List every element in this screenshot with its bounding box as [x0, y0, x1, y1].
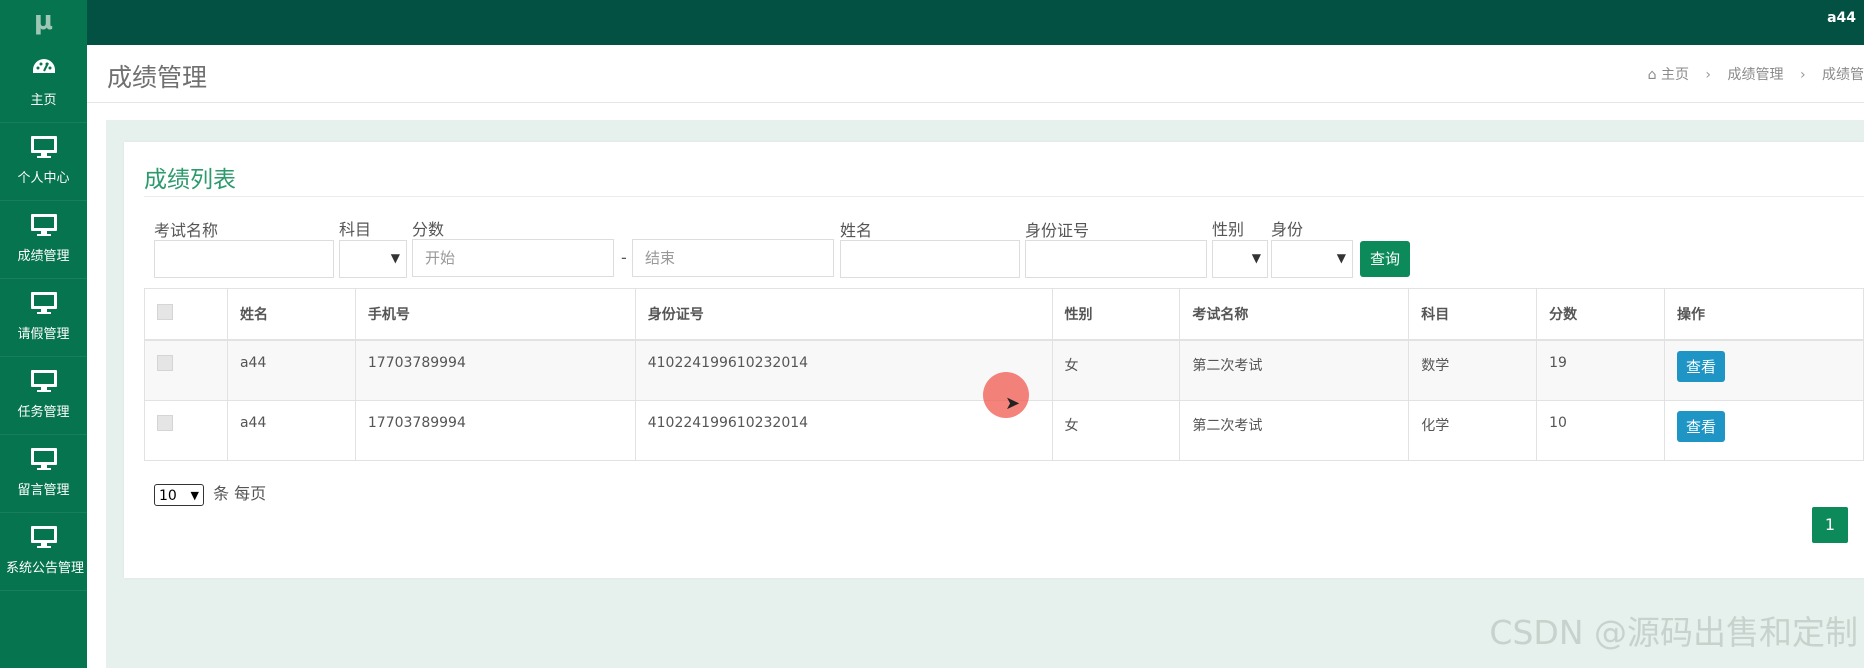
- chevron-right-icon: ›: [1705, 67, 1712, 83]
- divider: [144, 196, 1864, 197]
- page-size-select[interactable]: 10 ▼: [154, 483, 204, 506]
- sidebar-item-label: 主页: [30, 93, 57, 108]
- page-size-control: 10 ▼ 条 每页: [154, 480, 266, 506]
- idcard-label: 身份证号: [1025, 221, 1090, 240]
- sidebar-item-label: 系统公告管理: [5, 561, 84, 576]
- card-title: 成绩列表: [144, 167, 236, 193]
- cell-name: a44: [226, 399, 356, 461]
- cell-exam: 第二次考试: [1179, 399, 1410, 461]
- cell-gender: 女: [1051, 399, 1181, 461]
- sidebar-item-label: 请假管理: [17, 327, 70, 342]
- breadcrumb-level1[interactable]: 成绩管理: [1727, 67, 1783, 83]
- score-range-separator: -: [621, 248, 627, 267]
- row-checkbox[interactable]: [157, 355, 173, 371]
- cell-phone: 17703789994: [354, 399, 636, 461]
- chevron-down-icon: ▼: [1251, 251, 1261, 265]
- page-size-value: 10: [159, 487, 177, 504]
- sidebar-item-scores[interactable]: 成绩管理: [0, 201, 87, 279]
- sidebar: μ 主页 个人中心 成绩管理 请假管理 任务管理 留言管理 系统公告管理: [0, 0, 87, 668]
- top-bar: a44: [0, 0, 1864, 45]
- monitor-icon: [0, 201, 87, 243]
- monitor-icon: [0, 513, 87, 555]
- monitor-icon: [0, 123, 87, 165]
- view-button[interactable]: 查看: [1677, 351, 1726, 382]
- idcard-input[interactable]: [1025, 240, 1207, 278]
- page-size-suffix: 条 每页: [213, 484, 267, 503]
- column-header[interactable]: 手机号: [354, 288, 636, 341]
- mouse-pointer-icon: ➤: [1005, 393, 1021, 414]
- cell-action: 查看: [1664, 339, 1864, 401]
- name-input[interactable]: [840, 240, 1020, 278]
- breadcrumb-level2: 成绩管: [1822, 67, 1864, 83]
- column-header[interactable]: 身份证号: [634, 288, 1053, 341]
- page-title: 成绩管理: [107, 63, 208, 92]
- user-name[interactable]: a44: [1827, 10, 1856, 26]
- chevron-down-icon: ▼: [1336, 251, 1346, 265]
- cell-exam: 第二次考试: [1179, 339, 1410, 401]
- gender-label: 性别: [1212, 220, 1245, 239]
- monitor-icon: [0, 357, 87, 399]
- cell-score: 19: [1536, 339, 1666, 401]
- sidebar-item-messages[interactable]: 留言管理: [0, 435, 87, 513]
- logo: μ: [0, 0, 87, 45]
- query-button[interactable]: 查询: [1360, 241, 1411, 277]
- table-header-row: 姓名 手机号 身份证号 性别 考试名称 科目 分数 操作: [144, 288, 1864, 341]
- name-label: 姓名: [840, 221, 873, 240]
- sidebar-item-tasks[interactable]: 任务管理: [0, 357, 87, 435]
- identity-select[interactable]: ▼: [1271, 240, 1353, 278]
- watermark: CSDN @源码出售和定制: [1489, 613, 1858, 652]
- cell-phone: 17703789994: [354, 339, 636, 401]
- score-end-input[interactable]: 结束: [632, 239, 834, 277]
- score-start-input[interactable]: 开始: [412, 239, 614, 277]
- sidebar-item-profile[interactable]: 个人中心: [0, 123, 87, 201]
- column-header[interactable]: 姓名: [226, 288, 356, 341]
- subject-select[interactable]: ▼: [339, 240, 407, 278]
- sidebar-item-home[interactable]: 主页: [0, 45, 87, 123]
- breadcrumb-home[interactable]: 主页: [1661, 67, 1689, 83]
- cell-subject: 数学: [1408, 339, 1538, 401]
- monitor-icon: [0, 279, 87, 321]
- identity-label: 身份: [1271, 220, 1304, 239]
- sidebar-item-announcements[interactable]: 系统公告管理: [0, 513, 87, 591]
- exam-name-label: 考试名称: [154, 221, 219, 240]
- column-header: 操作: [1664, 288, 1864, 341]
- row-checkbox[interactable]: [157, 414, 173, 431]
- breadcrumb: ⌂ 主页 › 成绩管理 › 成绩管: [1648, 64, 1864, 84]
- subject-label: 科目: [339, 220, 372, 239]
- pagination-page-button[interactable]: 1: [1812, 507, 1848, 543]
- gender-select[interactable]: ▼: [1212, 240, 1268, 278]
- sidebar-item-label: 留言管理: [17, 483, 70, 498]
- cell-name: a44: [226, 339, 356, 401]
- column-header[interactable]: 科目: [1408, 288, 1538, 341]
- cell-gender: 女: [1051, 339, 1181, 401]
- score-list-card: 成绩列表 考试名称 科目 ▼ 分数 开始 - 结束 姓名 身份证号 性别 ▼ 身…: [124, 142, 1864, 578]
- page-header: 成绩管理 ⌂ 主页 › 成绩管理 › 成绩管: [87, 45, 1864, 103]
- column-header[interactable]: 考试名称: [1179, 288, 1410, 341]
- sidebar-item-label: 成绩管理: [17, 249, 70, 264]
- dashboard-icon: [0, 45, 87, 87]
- chevron-right-icon: ›: [1799, 67, 1806, 83]
- row-select-cell: [144, 399, 228, 461]
- row-select-cell: [144, 339, 228, 401]
- cell-subject: 化学: [1408, 399, 1538, 461]
- select-all-cell: [144, 288, 228, 341]
- chevron-down-icon: ▼: [390, 251, 400, 265]
- view-button[interactable]: 查看: [1677, 410, 1726, 442]
- monitor-icon: [0, 435, 87, 477]
- cell-action: 查看: [1664, 399, 1864, 461]
- column-header[interactable]: 性别: [1051, 288, 1181, 341]
- score-label: 分数: [412, 220, 445, 239]
- chevron-down-icon: ▼: [190, 488, 199, 502]
- sidebar-item-leave[interactable]: 请假管理: [0, 279, 87, 357]
- home-icon: ⌂: [1647, 67, 1657, 83]
- sidebar-item-label: 个人中心: [17, 171, 70, 186]
- cell-score: 10: [1536, 399, 1666, 461]
- column-header[interactable]: 分数: [1536, 288, 1666, 341]
- sidebar-item-label: 任务管理: [17, 405, 70, 420]
- select-all-checkbox[interactable]: [157, 304, 173, 320]
- exam-name-input[interactable]: [154, 240, 334, 278]
